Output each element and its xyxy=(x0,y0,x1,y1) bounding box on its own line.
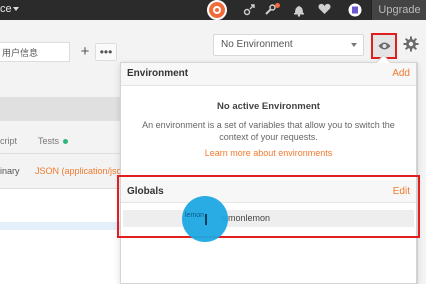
environment-section-header: Environment Add xyxy=(121,63,416,86)
manage-environments-button[interactable] xyxy=(403,36,421,54)
more-tabs-button[interactable]: ••• xyxy=(95,43,117,61)
tab-pre-request-script[interactable]: cript xyxy=(0,136,17,146)
scrollbar-track[interactable] xyxy=(417,62,426,284)
body-binary-option[interactable]: inary xyxy=(0,166,20,176)
globals-highlight-box xyxy=(117,175,420,238)
environment-select-value: No Environment xyxy=(221,39,293,50)
eye-icon xyxy=(378,42,391,50)
heart-icon[interactable] xyxy=(318,3,331,19)
avatar-icon[interactable] xyxy=(348,3,362,21)
editor-selected-line xyxy=(0,222,122,230)
environment-quick-look-popover: Environment Add No active Environment An… xyxy=(120,54,417,284)
body-type-row: inary JSON (application/jso xyxy=(0,166,122,180)
cursor-highlight-text: lemon xyxy=(185,212,205,219)
satellite-icon[interactable] xyxy=(242,3,256,21)
workspace-chevron-down-icon[interactable] xyxy=(13,7,19,11)
environment-section-title: Environment xyxy=(127,68,189,79)
chevron-down-icon xyxy=(351,43,357,47)
body-json-type-select[interactable]: JSON (application/jso xyxy=(35,166,122,176)
workspace-name[interactable]: ce xyxy=(0,3,12,15)
request-tab[interactable]: 用户信息 xyxy=(0,42,70,62)
request-subtabs: cript Tests xyxy=(0,136,122,150)
text-cursor-icon xyxy=(205,214,207,225)
learn-more-link[interactable]: Learn more about environments xyxy=(121,148,416,158)
bell-icon[interactable] xyxy=(293,3,305,21)
no-active-environment-title: No active Environment xyxy=(217,101,320,112)
header-bar: ce Upgrade xyxy=(0,0,426,20)
add-environment-link[interactable]: Add xyxy=(392,68,410,79)
environment-select[interactable]: No Environment xyxy=(213,34,364,56)
request-body-editor[interactable] xyxy=(0,188,122,284)
no-active-environment-description: An environment is a set of variables tha… xyxy=(142,120,395,142)
new-tab-button[interactable]: + xyxy=(78,43,92,61)
notification-dot xyxy=(275,3,280,8)
sync-icon[interactable] xyxy=(207,0,227,20)
divider xyxy=(0,153,122,154)
tests-status-dot xyxy=(63,139,68,144)
upgrade-button[interactable]: Upgrade xyxy=(371,0,426,20)
tab-tests[interactable]: Tests xyxy=(38,136,59,146)
postman-window: ce Upgrade 用户信息 + ••• cript Tests inary … xyxy=(0,0,426,284)
request-url-bar[interactable] xyxy=(0,97,122,121)
gear-icon xyxy=(403,36,419,52)
